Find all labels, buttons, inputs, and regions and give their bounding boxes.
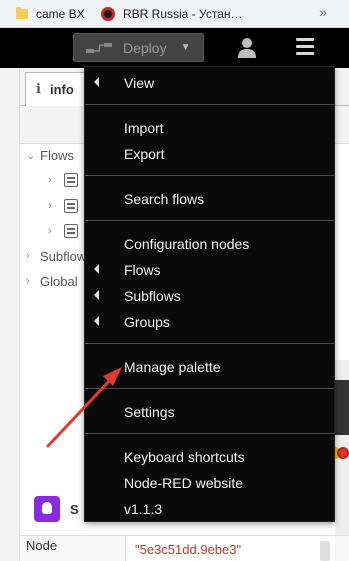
- menu-item-flows[interactable]: Flows: [85, 257, 334, 283]
- bookmark-label: RBR Russia - Устан…: [123, 7, 243, 21]
- info-icon: i: [36, 82, 41, 97]
- chevron-down-icon[interactable]: ⌄: [26, 149, 40, 162]
- menu-item-label: Subflows: [124, 288, 181, 304]
- canvas-node-fragment: [335, 380, 349, 435]
- user-icon: [238, 38, 256, 58]
- menu-item-manage-palette[interactable]: Manage palette: [85, 354, 334, 380]
- version-label: v1.1.3: [124, 501, 163, 517]
- deploy-button[interactable]: Deploy ▼: [73, 33, 204, 62]
- menu-item-configuration-nodes[interactable]: Configuration nodes: [85, 231, 334, 257]
- deploy-icon: [86, 42, 112, 53]
- menu-item-label: Flows: [124, 262, 161, 278]
- menu-item-search-flows[interactable]: Search flows: [85, 186, 334, 212]
- hamburger-icon-bar: [296, 52, 314, 55]
- property-key: Node: [26, 538, 58, 553]
- menu-item-label: Manage palette: [124, 359, 221, 375]
- menu-item-label: View: [124, 75, 155, 91]
- rbr-favicon-icon: [101, 7, 115, 21]
- menu-item-subflows[interactable]: Subflows: [85, 283, 334, 309]
- bookmark-label: came BX: [36, 7, 85, 21]
- folder-icon: [16, 7, 28, 19]
- status-dot-red: [337, 447, 349, 459]
- menu-item-import[interactable]: Import: [85, 115, 334, 141]
- menu-divider: [85, 343, 334, 344]
- bookmarks-bar: came BX RBR Russia - Устан… »: [0, 0, 349, 28]
- menu-divider: [85, 104, 334, 105]
- menu-item-version: v1.1.3: [85, 496, 334, 522]
- chevron-right-icon[interactable]: ›: [48, 174, 64, 186]
- menu-item-label: Settings: [124, 404, 175, 420]
- menu-divider: [85, 388, 334, 389]
- submenu-caret-icon: [94, 264, 99, 274]
- menu-divider: [85, 433, 334, 434]
- chevron-right-icon[interactable]: ›: [26, 250, 40, 262]
- menu-item-node-red-website[interactable]: Node-RED website: [85, 470, 334, 496]
- submenu-caret-icon: [94, 77, 99, 87]
- menu-item-keyboard-shortcuts[interactable]: Keyboard shortcuts: [85, 444, 334, 470]
- tree-flow-item[interactable]: ›: [48, 167, 88, 193]
- deploy-label: Deploy: [123, 39, 167, 56]
- tab-info[interactable]: i info: [25, 72, 91, 106]
- alice-node-icon: [34, 496, 60, 522]
- screen: came BX RBR Russia - Устан… » Deploy ▼ i…: [0, 0, 349, 561]
- chevron-down-icon[interactable]: ▼: [181, 42, 191, 53]
- hamburger-icon-bar: [296, 45, 314, 48]
- chevron-right-icon[interactable]: ›: [48, 200, 64, 212]
- chevron-right-icon[interactable]: ›: [26, 275, 40, 287]
- submenu-caret-icon: [94, 290, 99, 300]
- flow-icon: [64, 224, 78, 238]
- app-header: Deploy ▼: [0, 28, 349, 68]
- node-label: S: [70, 501, 79, 517]
- workspace-edge: [0, 68, 20, 561]
- tree-flow-item[interactable]: ›: [48, 218, 88, 244]
- menu-item-label: Export: [124, 146, 165, 162]
- tree-label: Global: [40, 273, 78, 289]
- property-value: "5e3c51dd.9ebe3": [125, 536, 335, 561]
- tab-info-label: info: [49, 82, 74, 97]
- menu-item-label: Configuration nodes: [124, 236, 250, 252]
- menu-item-label: Keyboard shortcuts: [124, 449, 245, 465]
- user-button[interactable]: [235, 36, 259, 60]
- menu-item-label: Node-RED website: [124, 475, 244, 491]
- scrollbar[interactable]: [320, 541, 330, 561]
- menu-item-groups[interactable]: Groups: [85, 309, 334, 335]
- menu-item-export[interactable]: Export: [85, 141, 334, 167]
- menu-divider: [85, 220, 334, 221]
- bookmark-came-bx[interactable]: came BX: [16, 0, 85, 28]
- menu-item-label: Import: [124, 120, 164, 136]
- chevron-right-icon[interactable]: ›: [48, 225, 64, 237]
- menu-item-label: Groups: [124, 314, 170, 330]
- flow-icon: [64, 173, 78, 187]
- main-menu-dropdown: View Import Export Search flows Configur…: [84, 66, 335, 522]
- menu-item-view[interactable]: View: [85, 70, 334, 96]
- main-menu-button[interactable]: [293, 38, 317, 58]
- submenu-caret-icon: [94, 316, 99, 326]
- menu-item-label: Search flows: [124, 191, 205, 207]
- menu-divider: [85, 175, 334, 176]
- hamburger-icon: [296, 38, 314, 41]
- tree-flow-item[interactable]: ›: [48, 193, 88, 219]
- flow-icon: [64, 199, 78, 213]
- tree-label: Flows: [40, 147, 74, 163]
- bookmarks-overflow-icon[interactable]: »: [319, 4, 327, 20]
- bookmark-rbr-russia[interactable]: RBR Russia - Устан…: [101, 0, 243, 28]
- menu-item-settings[interactable]: Settings: [85, 399, 334, 425]
